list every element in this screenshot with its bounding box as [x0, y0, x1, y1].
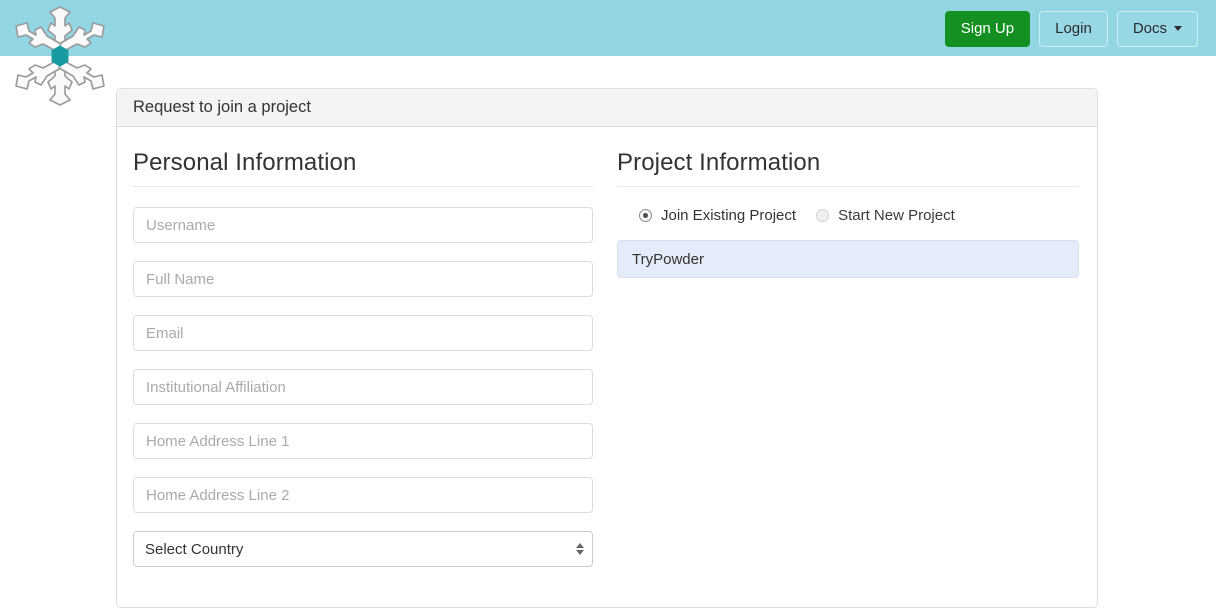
radio-start-new-project[interactable]: Start New Project	[816, 207, 955, 224]
section-divider	[617, 186, 1079, 187]
page-title: Request to join a project	[133, 98, 311, 116]
home-address-line-2-input[interactable]	[133, 477, 593, 513]
radio-selected-icon[interactable]	[639, 209, 652, 222]
panel-header: Request to join a project	[117, 89, 1097, 127]
project-mode-radio-group: Join Existing Project Start New Project	[639, 207, 1079, 224]
login-button[interactable]: Login	[1039, 11, 1108, 47]
docs-dropdown-button[interactable]: Docs	[1116, 11, 1198, 47]
personal-information-column: Personal Information Select Country	[117, 127, 607, 585]
project-list: TryPowder	[617, 240, 1079, 278]
docs-label: Docs	[1132, 20, 1167, 37]
panel-body: Personal Information Select Country Proj…	[117, 127, 1097, 585]
sign-up-label: Sign Up	[960, 20, 1015, 37]
radio-start-new-project-label: Start New Project	[838, 207, 955, 224]
home-address-line-1-input[interactable]	[133, 423, 593, 459]
country-select-wrapper: Select Country	[133, 531, 593, 567]
project-information-heading: Project Information	[617, 149, 821, 176]
snowflake-logo[interactable]	[14, 6, 106, 106]
full-name-input[interactable]	[133, 261, 593, 297]
radio-unselected-icon[interactable]	[816, 209, 830, 222]
sign-up-button[interactable]: Sign Up	[944, 11, 1031, 47]
project-information-column: Project Information Join Existing Projec…	[607, 127, 1097, 585]
chevron-down-icon	[1174, 26, 1182, 31]
personal-information-heading: Personal Information	[133, 149, 357, 176]
institutional-affiliation-input[interactable]	[133, 369, 593, 405]
project-item-label: TryPowder	[632, 250, 704, 268]
country-select-value: Select Country	[145, 540, 244, 558]
section-divider	[133, 186, 593, 187]
radio-join-existing-project[interactable]: Join Existing Project	[639, 207, 796, 224]
navbar-actions: Sign Up Login Docs	[944, 11, 1198, 47]
username-input[interactable]	[133, 207, 593, 243]
login-label: Login	[1055, 20, 1092, 37]
email-input[interactable]	[133, 315, 593, 351]
radio-join-existing-project-label: Join Existing Project	[661, 207, 797, 224]
request-panel: Request to join a project Personal Infor…	[116, 88, 1098, 608]
top-navbar: Sign Up Login Docs	[0, 0, 1216, 56]
country-select[interactable]: Select Country	[133, 531, 593, 567]
list-item[interactable]: TryPowder	[617, 240, 1079, 278]
